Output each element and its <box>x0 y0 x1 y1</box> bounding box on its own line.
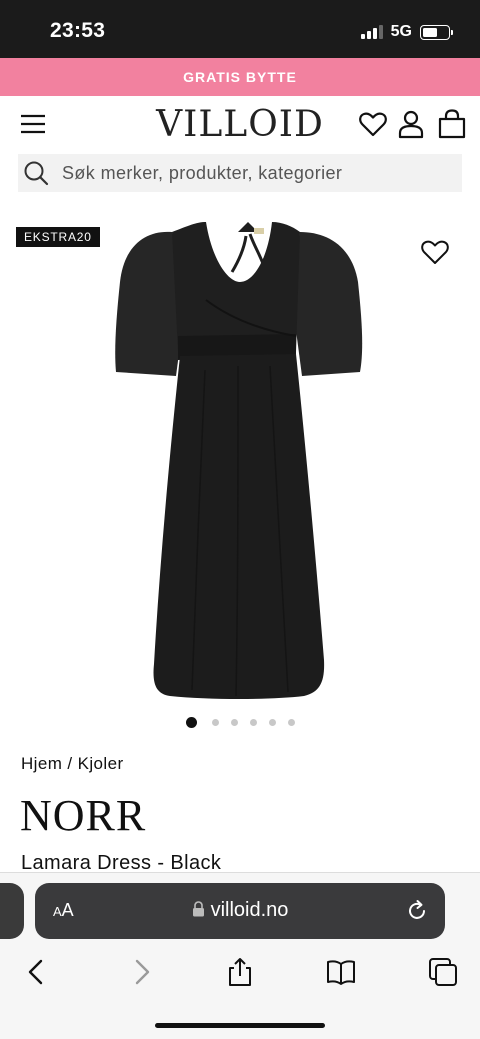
carousel-dot[interactable] <box>211 719 219 726</box>
carousel-dot[interactable] <box>268 719 276 726</box>
search-icon <box>24 161 49 186</box>
heart-icon[interactable] <box>358 109 388 139</box>
lock-icon <box>192 901 204 917</box>
site-header: VILLOID <box>0 96 480 152</box>
tabs-icon[interactable] <box>428 957 458 987</box>
browser-toolbar: AA villoid.no <box>0 872 480 1039</box>
status-bar: 23:53 5G <box>0 0 480 58</box>
carousel-dot[interactable] <box>287 719 295 726</box>
shopping-bag-icon[interactable] <box>437 109 467 139</box>
url-display[interactable]: villoid.no <box>35 899 445 922</box>
url-text: villoid.no <box>210 899 289 921</box>
carousel-dot[interactable] <box>230 719 238 726</box>
battery-icon <box>420 24 453 40</box>
breadcrumb[interactable]: Hjem / Kjoler <box>21 754 124 774</box>
home-indicator[interactable] <box>155 1023 325 1028</box>
discount-badge: EKSTRA20 <box>16 227 100 247</box>
product-brand[interactable]: NORR <box>20 790 146 841</box>
user-icon[interactable] <box>396 109 426 139</box>
heart-icon[interactable] <box>420 238 450 266</box>
search-input[interactable] <box>62 162 442 184</box>
status-indicators: 5G <box>360 22 453 42</box>
bookmarks-icon[interactable] <box>326 957 356 987</box>
search-bar[interactable] <box>18 154 462 192</box>
carousel-pagination[interactable] <box>0 717 480 728</box>
network-type: 5G <box>390 23 412 40</box>
product-image[interactable] <box>0 210 480 710</box>
share-icon[interactable] <box>225 957 255 987</box>
previous-tab-preview[interactable] <box>0 883 24 939</box>
back-icon[interactable] <box>22 957 52 987</box>
signal-strength-icon <box>360 25 383 39</box>
carousel-dot[interactable] <box>185 717 197 728</box>
address-bar[interactable]: AA villoid.no <box>35 883 445 939</box>
promo-banner[interactable]: GRATIS BYTTE <box>0 58 480 96</box>
carousel-dot[interactable] <box>249 719 257 726</box>
forward-icon[interactable] <box>126 957 156 987</box>
reload-icon[interactable] <box>405 899 429 923</box>
status-time: 23:53 <box>50 19 106 42</box>
